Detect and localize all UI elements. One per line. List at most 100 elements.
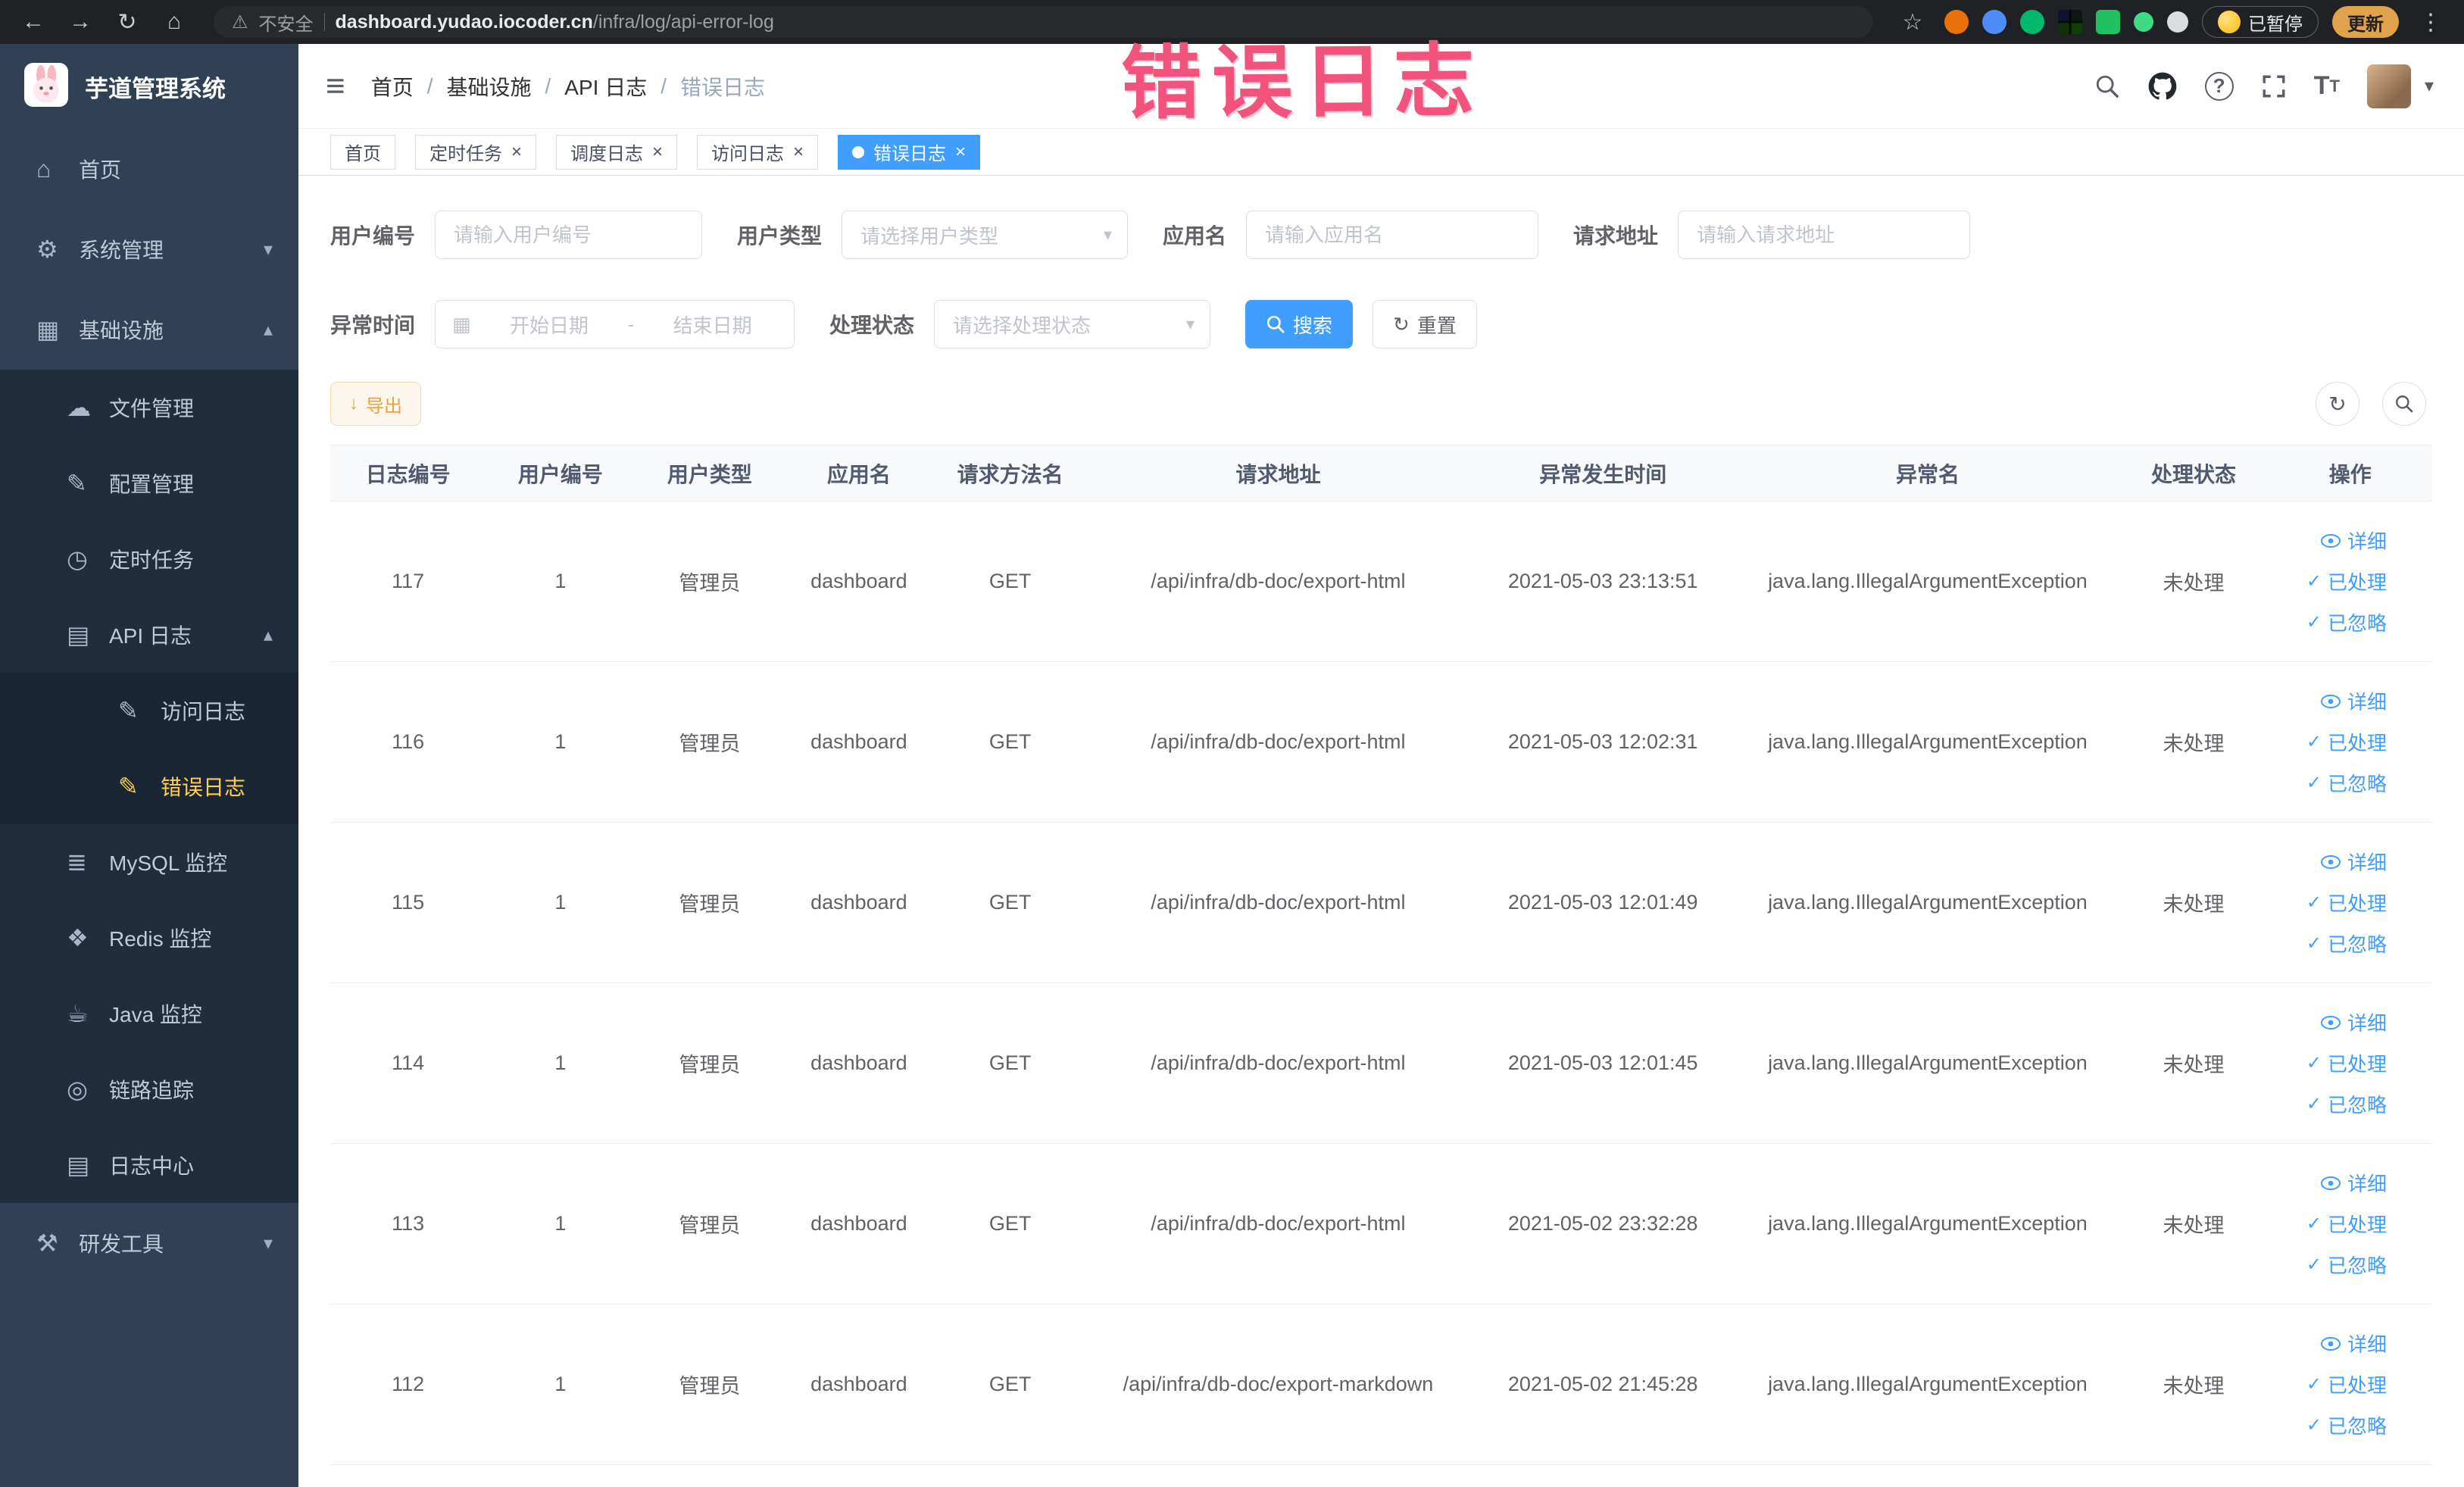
user-type-select[interactable]: 请选择用户类型 ▾ xyxy=(842,211,1129,259)
sidebar-item-system-management[interactable]: ⚙ 系统管理 ▾ xyxy=(0,209,298,289)
cell-log-id: 117 xyxy=(330,501,486,662)
processed-link[interactable]: ✓ 已处理 xyxy=(2268,1043,2387,1084)
tab-close-icon[interactable]: × xyxy=(955,142,966,161)
detail-link[interactable]: 详细 xyxy=(2268,520,2387,561)
tab-schedule-log[interactable]: 调度日志 × xyxy=(556,134,678,170)
exception-time-range-picker[interactable]: ▦ 开始日期 - 结束日期 xyxy=(435,300,795,348)
sidebar-item-access-log[interactable]: ✎ 访问日志 xyxy=(0,673,298,748)
sidebar-item-file-management[interactable]: ☁ 文件管理 xyxy=(0,370,298,445)
sidebar-item-home[interactable]: ⌂ 首页 xyxy=(0,129,298,209)
extension-icon[interactable] xyxy=(2167,11,2188,33)
tab-timed-task[interactable]: 定时任务 × xyxy=(415,134,537,170)
cell-method: GET xyxy=(933,982,1087,1144)
tools-icon: ⚒ xyxy=(36,1229,58,1257)
request-url-input[interactable] xyxy=(1678,211,1971,259)
tab-close-icon[interactable]: × xyxy=(511,142,522,161)
log-icon: ▤ xyxy=(67,1151,90,1179)
app-name-input[interactable] xyxy=(1246,211,1539,259)
detail-link[interactable]: 详细 xyxy=(2268,1323,2387,1364)
security-label: 不安全 xyxy=(258,14,314,35)
fullscreen-icon[interactable] xyxy=(2261,73,2287,99)
avatar-caret-icon[interactable]: ▾ xyxy=(2425,75,2434,97)
ignored-link[interactable]: ✓ 已忽略 xyxy=(2268,1405,2387,1446)
help-icon[interactable]: ? xyxy=(2204,71,2234,101)
tab-close-icon[interactable]: × xyxy=(652,142,663,161)
ignored-link[interactable]: ✓ 已忽略 xyxy=(2268,1245,2387,1286)
filter-user-type: 用户类型 请选择用户类型 ▾ xyxy=(737,211,1129,259)
address-bar[interactable]: ⚠ 不安全 dashboard.yudao.iocoder.cn/infra/l… xyxy=(214,6,1873,38)
processed-link[interactable]: ✓ 已处理 xyxy=(2268,1364,2387,1405)
search-button[interactable]: 搜索 xyxy=(1245,300,1354,348)
ignored-link[interactable]: ✓ 已忽略 xyxy=(2268,1084,2387,1125)
sync-paused-button[interactable]: 已暂停 xyxy=(2202,6,2319,38)
sidebar-item-redis-monitor[interactable]: ❖ Redis 监控 xyxy=(0,900,298,976)
refresh-table-button[interactable]: ↻ xyxy=(2316,382,2359,426)
processed-link[interactable]: ✓ 已处理 xyxy=(2268,1204,2387,1245)
sidebar-item-log-center[interactable]: ▤ 日志中心 xyxy=(0,1127,298,1203)
edit-doc-icon: ✎ xyxy=(118,773,139,800)
detail-link[interactable]: 详细 xyxy=(2268,681,2387,722)
table-row: 113 1 管理员 dashboard GET /api/infra/db-do… xyxy=(330,1143,2432,1304)
back-icon[interactable]: ← xyxy=(15,9,52,35)
extension-icon[interactable] xyxy=(2134,12,2153,32)
sidebar-item-error-log[interactable]: ✎ 错误日志 xyxy=(0,748,298,824)
sidebar-item-dev-tools[interactable]: ⚒ 研发工具 ▾ xyxy=(0,1203,298,1283)
eye-icon xyxy=(2320,1336,2341,1351)
extension-icon[interactable] xyxy=(2058,10,2082,34)
sidebar-item-api-logs[interactable]: ▤ API 日志 ▴ xyxy=(0,597,298,673)
sidebar-toggle-icon[interactable]: ≡ xyxy=(326,69,345,103)
search-icon xyxy=(2396,395,2413,413)
breadcrumb-home[interactable]: 首页 xyxy=(371,71,414,102)
sidebar-logo-row[interactable]: 芋道管理系统 xyxy=(0,44,298,129)
sidebar-item-scheduled-tasks[interactable]: ◷ 定时任务 xyxy=(0,521,298,597)
column-request-url: 请求地址 xyxy=(1086,445,1469,501)
browser-menu-kebab-icon[interactable]: ⋮ xyxy=(2412,9,2449,36)
tab-error-log[interactable]: 错误日志 × xyxy=(838,134,981,170)
update-button[interactable]: 更新 xyxy=(2332,6,2399,38)
rabbit-logo-icon xyxy=(24,62,68,107)
page-header: ≡ 首页 / 基础设施 / API 日志 / 错误日志 ? T T ▾ xyxy=(298,44,2464,129)
user-avatar[interactable] xyxy=(2366,64,2411,108)
sidebar-item-mysql-monitor[interactable]: ≣ MySQL 监控 xyxy=(0,824,298,900)
processed-link[interactable]: ✓ 已处理 xyxy=(2268,722,2387,763)
process-status-select[interactable]: 请选择处理状态 ▾ xyxy=(934,300,1211,348)
tab-access-log[interactable]: 访问日志 × xyxy=(697,134,819,170)
search-icon[interactable] xyxy=(2094,73,2120,99)
app-logo xyxy=(24,62,68,111)
reload-icon[interactable]: ↻ xyxy=(109,9,145,36)
extension-icon[interactable] xyxy=(1944,10,1969,34)
extension-icon[interactable] xyxy=(2096,10,2120,34)
detail-link[interactable]: 详细 xyxy=(2268,1163,2387,1204)
ignored-link[interactable]: ✓ 已忽略 xyxy=(2268,602,2387,643)
github-icon[interactable] xyxy=(2147,71,2178,102)
sidebar-item-java-monitor[interactable]: ☕ Java 监控 xyxy=(0,976,298,1051)
processed-link[interactable]: ✓ 已处理 xyxy=(2268,561,2387,602)
bookmark-star-icon[interactable]: ☆ xyxy=(1894,9,1931,36)
sidebar-item-infrastructure[interactable]: ▦ 基础设施 ▴ xyxy=(0,289,298,370)
export-button[interactable]: ↓ 导出 xyxy=(330,382,421,426)
font-size-icon[interactable]: TT xyxy=(2314,71,2340,101)
breadcrumb-api-logs[interactable]: API 日志 xyxy=(564,71,647,102)
detail-link[interactable]: 详细 xyxy=(2268,842,2387,883)
tab-home[interactable]: 首页 xyxy=(330,134,395,170)
extension-icon[interactable] xyxy=(1982,10,2006,34)
processed-link[interactable]: ✓ 已处理 xyxy=(2268,883,2387,923)
cell-user-id: 1 xyxy=(486,501,636,662)
trace-icon: ◎ xyxy=(67,1076,88,1103)
breadcrumb-infrastructure[interactable]: 基础设施 xyxy=(446,71,531,102)
table-row: 116 1 管理员 dashboard GET /api/infra/db-do… xyxy=(330,661,2432,823)
browser-home-icon[interactable]: ⌂ xyxy=(156,9,192,35)
ignored-link[interactable]: ✓ 已忽略 xyxy=(2268,923,2387,964)
sidebar-item-link-tracing[interactable]: ◎ 链路追踪 xyxy=(0,1051,298,1127)
cell-user-id: 1 xyxy=(486,1304,636,1465)
reset-button[interactable]: ↻ 重置 xyxy=(1373,300,1477,348)
cell-method: GET xyxy=(933,661,1087,823)
extension-icon[interactable] xyxy=(2020,10,2044,34)
sidebar-item-config-management[interactable]: ✎ 配置管理 xyxy=(0,445,298,521)
forward-icon[interactable]: → xyxy=(62,9,98,35)
user-id-input[interactable] xyxy=(435,211,703,259)
toggle-search-button[interactable] xyxy=(2382,382,2426,426)
detail-link[interactable]: 详细 xyxy=(2268,1002,2387,1043)
ignored-link[interactable]: ✓ 已忽略 xyxy=(2268,763,2387,804)
tab-close-icon[interactable]: × xyxy=(793,142,804,161)
